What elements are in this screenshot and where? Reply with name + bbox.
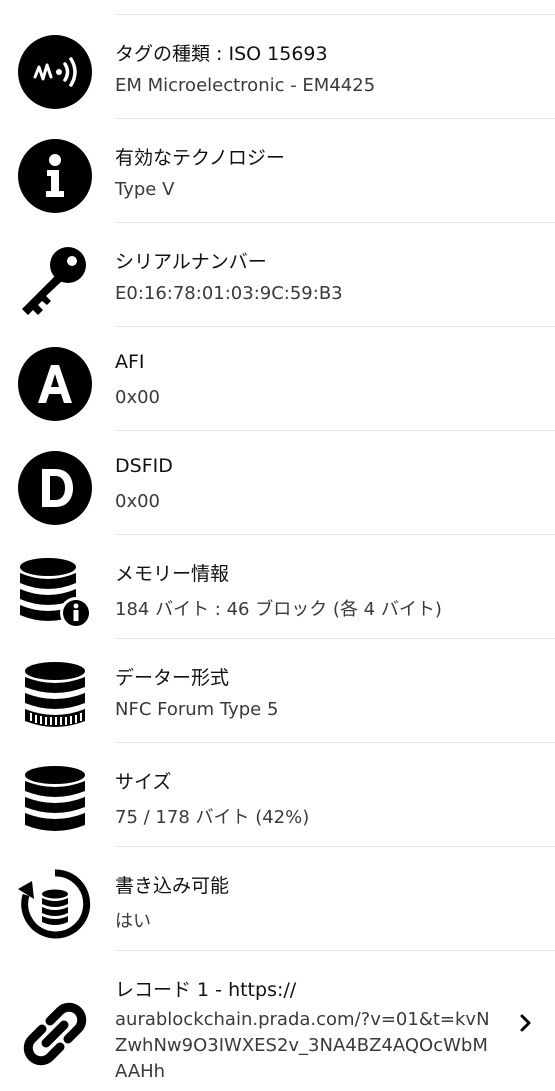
row-serial[interactable]: シリアルナンバー E0:16:78:01:03:9C:59:B3 <box>0 223 555 327</box>
database-info-icon <box>18 555 92 629</box>
row-value: 75 / 178 バイト (42%) <box>115 807 310 828</box>
row-tag-type[interactable]: タグの種類 : ISO 15693 EM Microelectronic - E… <box>0 15 555 119</box>
row-value: E0:16:78:01:03:9C:59:B3 <box>115 283 343 304</box>
link-icon <box>18 997 92 1071</box>
row-writable[interactable]: 書き込み可能 はい <box>0 847 555 951</box>
row-title: DSFID <box>115 455 173 477</box>
row-value: Type V <box>115 179 175 200</box>
row-value: 184 バイト : 46 ブロック (各 4 バイト) <box>115 599 442 620</box>
row-title: シリアルナンバー <box>115 251 267 273</box>
row-dsfid[interactable]: DSFID 0x00 <box>0 431 555 535</box>
row-value: aurablockchain.prada.com/?v=01&t=kvNZwhN… <box>115 1009 490 1082</box>
row-afi[interactable]: AFI 0x00 <box>0 327 555 431</box>
row-title: メモリー情報 <box>115 563 230 585</box>
row-memory[interactable]: メモリー情報 184 バイト : 46 ブロック (各 4 バイト) <box>0 535 555 639</box>
row-value: NFC Forum Type 5 <box>115 699 279 720</box>
chevron-right-icon[interactable] <box>519 1011 533 1035</box>
row-value: EM Microelectronic - EM4425 <box>115 75 376 96</box>
row-title: サイズ <box>115 771 172 793</box>
row-value: 0x00 <box>115 387 161 408</box>
row-title: レコード 1 - https:// <box>115 979 297 1001</box>
row-title: タグの種類 : ISO 15693 <box>115 43 328 65</box>
row-title: 有効なテクノロジー <box>115 147 285 169</box>
row-size[interactable]: サイズ 75 / 178 バイト (42%) <box>0 743 555 847</box>
row-value: 0x00 <box>115 491 161 512</box>
row-title: データー形式 <box>115 667 230 689</box>
row-data-format[interactable]: データー形式 NFC Forum Type 5 <box>0 639 555 743</box>
key-icon <box>18 243 92 317</box>
database-rotate-icon <box>18 867 92 941</box>
row-record-1[interactable]: レコード 1 - https:// aurablockchain.prada.c… <box>0 951 555 1091</box>
database-icon <box>18 763 92 837</box>
nfc-tag-icon <box>18 35 92 109</box>
row-value: はい <box>115 911 151 932</box>
database-format-icon <box>18 659 92 733</box>
letter-d-icon <box>18 451 92 525</box>
info-icon <box>18 139 92 213</box>
row-technology[interactable]: 有効なテクノロジー Type V <box>0 119 555 223</box>
row-title: 書き込み可能 <box>115 875 230 897</box>
row-title: AFI <box>115 351 145 373</box>
letter-a-icon <box>18 347 92 421</box>
